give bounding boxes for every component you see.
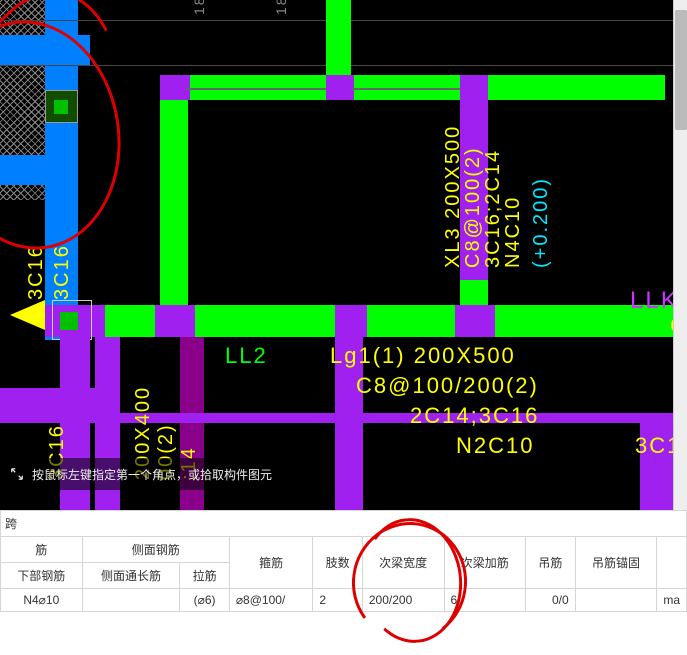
dashline <box>352 88 460 90</box>
col-header[interactable]: 吊筋 <box>526 537 576 589</box>
scrollbar-thumb[interactable] <box>675 10 687 130</box>
command-prompt-bar: 按鼠标左键指定第一个角点，或拾取构件图元 <box>0 458 282 490</box>
beam-green-v2 <box>160 95 188 325</box>
cad-viewport[interactable]: XL3 200X500 C8@100(2) 3C16;2C14 N4C10 (+… <box>0 0 687 510</box>
label-ll2: LL2 <box>225 342 268 371</box>
expand-arrows-icon <box>10 467 24 481</box>
label-lg1-stirrup: C8@100/200(2) <box>356 372 539 401</box>
label-left: 3C16 3C16 <box>23 244 75 300</box>
col-header[interactable]: 拉筋 <box>180 563 230 589</box>
cell[interactable]: (⌀6) <box>180 589 230 612</box>
annotation-red-circle <box>0 9 135 262</box>
dim-top: 180 <box>190 0 208 15</box>
cell[interactable] <box>575 589 657 612</box>
cell[interactable]: N4⌀10 <box>1 589 83 612</box>
command-prompt-text: 按鼠标左键指定第一个角点，或拾取构件图元 <box>32 466 272 483</box>
group-header: 筋 <box>1 537 83 563</box>
cell[interactable]: 0/0 <box>526 589 576 612</box>
label-lg1-name: Lg1(1) 200X500 <box>330 342 516 371</box>
beam-purple-h <box>0 388 95 413</box>
cell[interactable]: ⌀8@100/ <box>229 589 313 612</box>
beam-purple-h <box>0 413 687 423</box>
joint-outline <box>52 300 92 340</box>
beam-green-v1 <box>326 0 351 75</box>
properties-table: 跨 筋 侧面钢筋 箍筋 肢数 次梁宽度 次梁加筋 吊筋 吊筋锚固 下部钢筋 侧面… <box>0 510 687 612</box>
cell[interactable]: ma <box>657 589 687 612</box>
joint-purple <box>460 75 488 100</box>
label-lg1-extra: N2C10 <box>456 432 534 461</box>
col-header[interactable]: 侧面通长筋 <box>82 563 180 589</box>
group-header: 侧面钢筋 <box>82 537 229 563</box>
col-header[interactable]: 箍筋 <box>229 537 313 589</box>
label-xl3-extra: N4C10 <box>500 196 526 268</box>
joint-purple <box>455 305 495 337</box>
col-header[interactable]: 下部钢筋 <box>1 563 83 589</box>
label-xl3-offset: (+0.200) <box>528 177 554 268</box>
joint-purple <box>335 305 367 337</box>
joint-purple <box>326 75 354 100</box>
col-header[interactable]: 吊筋锚固 <box>575 537 657 589</box>
dashline <box>186 88 326 90</box>
cell[interactable] <box>82 589 180 612</box>
joint-purple <box>155 305 195 337</box>
beam-purple-v <box>640 415 673 510</box>
dim-top: 180 <box>272 0 290 15</box>
arrow-left-icon <box>10 300 45 330</box>
vertical-scrollbar[interactable] <box>673 0 687 510</box>
properties-table-panel: 跨 筋 侧面钢筋 箍筋 肢数 次梁宽度 次梁加筋 吊筋 吊筋锚固 下部钢筋 侧面… <box>0 510 687 612</box>
span-label: 跨 <box>1 511 687 537</box>
label-lg1-bars: 2C14;3C16 <box>410 402 539 431</box>
